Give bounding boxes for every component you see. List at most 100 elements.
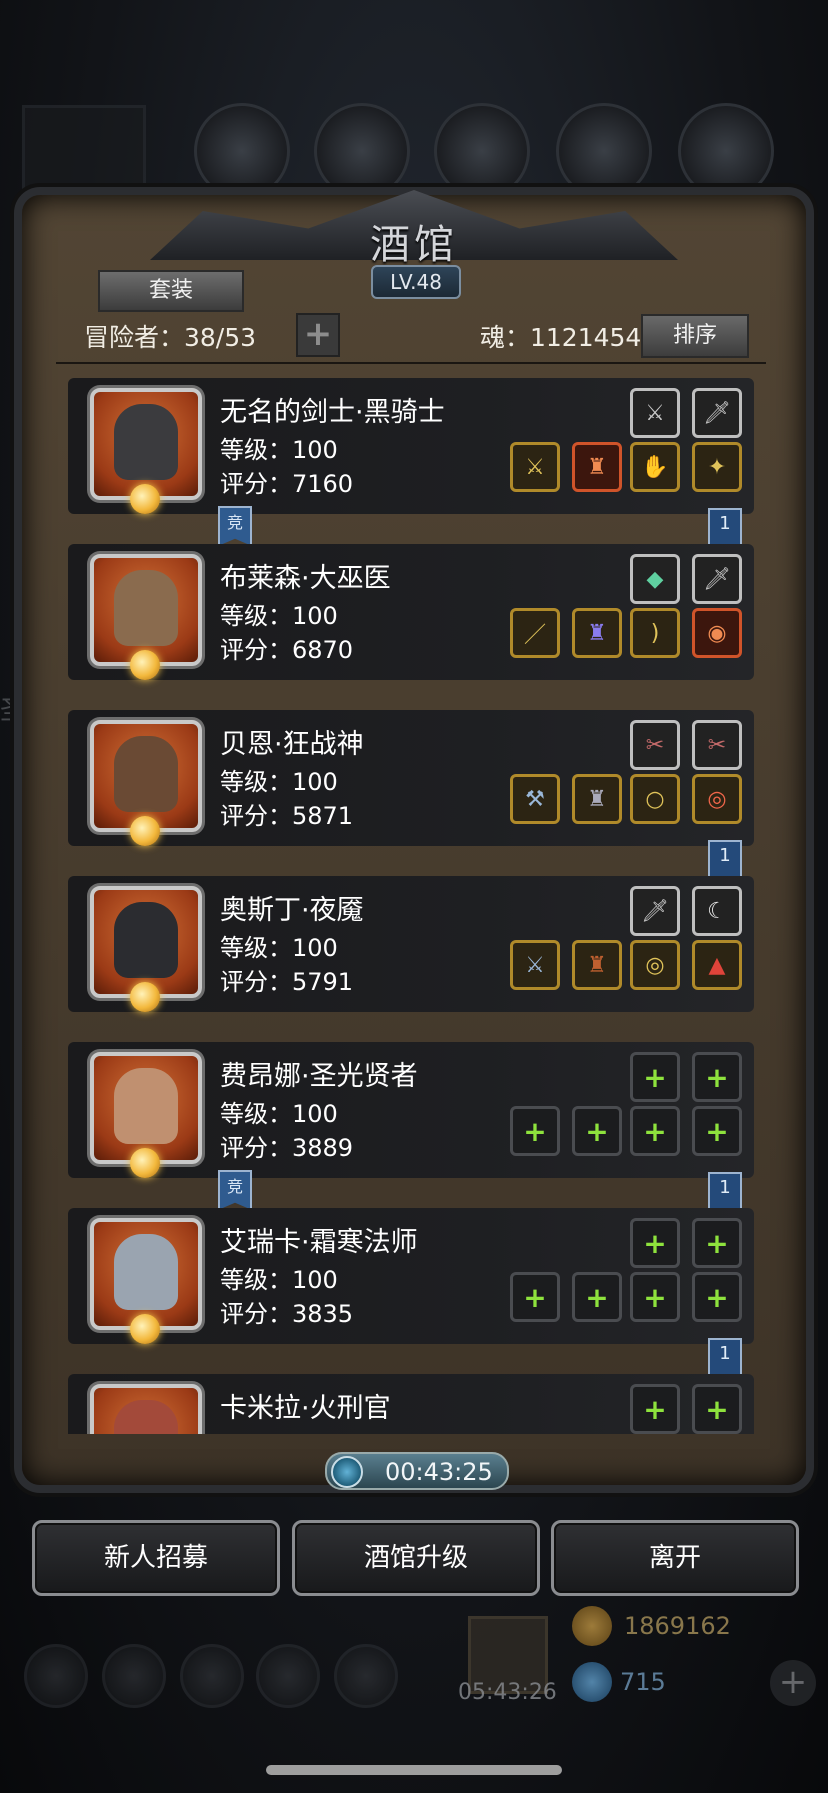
arena-badge: 竞	[218, 506, 252, 546]
empty-slot-add-icon[interactable]: +	[630, 1052, 680, 1102]
empty-slot-add-icon[interactable]: +	[630, 1218, 680, 1268]
empty-slot-add-icon[interactable]: +	[692, 1384, 742, 1434]
empty-slot-add-icon[interactable]: +	[630, 1106, 680, 1156]
axe-icon[interactable]: ⚒	[510, 774, 560, 824]
hero-portrait	[90, 720, 202, 846]
soul-count: 魂：1121454	[480, 323, 642, 352]
hero-level: 等级：100	[220, 768, 338, 796]
potion-icon[interactable]: ▲	[692, 940, 742, 990]
hero-card[interactable]: 艾瑞卡·霜寒法师 等级：100 评分：3835 + + + + + +	[68, 1208, 754, 1344]
adventurer-count: 冒险者：38/53	[84, 323, 257, 352]
empty-slot-add-icon[interactable]: +	[692, 1272, 742, 1322]
armor-icon[interactable]: ♜	[572, 608, 622, 658]
black-knight-face	[114, 404, 178, 480]
ring-icon[interactable]: ○	[630, 774, 680, 824]
empty-slot-add-icon[interactable]: +	[692, 1218, 742, 1268]
moon-emblem-icon	[130, 1148, 160, 1178]
moon-emblem-icon	[130, 484, 160, 514]
claw-icon[interactable]: ✂	[630, 720, 680, 770]
hero-name: 布莱森·大巫医	[220, 563, 391, 594]
hero-list[interactable]: 无名的剑士·黑骑士 等级：100 评分：7160 ⚔ 🗡 ⚔ ♜ ✋ ✦ 竞 1…	[56, 362, 766, 1434]
refresh-timer: 00:43:25	[325, 1452, 509, 1490]
dagger-icon[interactable]: 🗡	[630, 886, 680, 936]
hero-level: 等级：100	[220, 436, 338, 464]
hero-card[interactable]: 奥斯丁·夜魇 等级：100 评分：5791 🗡 ☾ ⚔ ♜ ◎ ▲	[68, 876, 754, 1012]
hero-name: 费昂娜·圣光贤者	[220, 1061, 418, 1092]
hero-card[interactable]: 贝恩·狂战神 等级：100 评分：5871 ✂ ✂ ⚒ ♜ ○ ◎	[68, 710, 754, 846]
hero-score: 评分：3889	[220, 1134, 354, 1162]
moon-emblem-icon	[130, 650, 160, 680]
shield-icon[interactable]: ◉	[692, 608, 742, 658]
add-adventurer-button[interactable]: +	[296, 313, 340, 357]
achievement-icon	[102, 1644, 166, 1708]
hero-name: 艾瑞卡·霜寒法师	[220, 1227, 418, 1258]
meat-resource-icon	[194, 103, 290, 199]
settings-icon	[24, 1644, 88, 1708]
dagger-icon[interactable]: 🗡	[692, 388, 742, 438]
empty-slot-add-icon[interactable]: +	[572, 1106, 622, 1156]
hero-card[interactable]: 无名的剑士·黑骑士 等级：100 评分：7160 ⚔ 🗡 ⚔ ♜ ✋ ✦	[68, 378, 754, 514]
gold-amount: 1869162	[624, 1612, 731, 1640]
recruit-button[interactable]: 新人招募	[32, 1520, 280, 1596]
leave-button[interactable]: 离开	[551, 1520, 799, 1596]
sort-button[interactable]: 排序	[641, 314, 749, 358]
ring-icon[interactable]: ◎	[692, 774, 742, 824]
gift-timer: 05:43:26	[458, 1680, 557, 1705]
hero-portrait	[90, 1052, 202, 1178]
empty-slot-add-icon[interactable]: +	[692, 1106, 742, 1156]
moon-emblem-icon	[130, 982, 160, 1012]
hero-card[interactable]: 布莱森·大巫医 等级：100 评分：6870 ◆ 🗡 ／ ♜ ) ◉	[68, 544, 754, 680]
hero-name: 奥斯丁·夜魇	[220, 895, 364, 926]
armor-icon[interactable]: ♜	[572, 442, 622, 492]
empty-slot-add-icon[interactable]: +	[510, 1106, 560, 1156]
empty-slot-add-icon[interactable]: +	[630, 1272, 680, 1322]
moon-emblem-icon	[130, 816, 160, 846]
hero-card[interactable]: 卡米拉·火刑官 + +	[68, 1374, 754, 1434]
cloak-icon[interactable]: ♜	[572, 940, 622, 990]
sword-icon[interactable]: ⚔	[510, 442, 560, 492]
empty-slot-add-icon[interactable]: +	[510, 1272, 560, 1322]
amulet-icon[interactable]: ✦	[692, 442, 742, 492]
staff-icon[interactable]: ／	[510, 608, 560, 658]
dagger-icon[interactable]: 🗡	[692, 554, 742, 604]
armor-icon[interactable]: ♜	[572, 774, 622, 824]
set-button[interactable]: 套装	[98, 270, 244, 312]
upgrade-tavern-button[interactable]: 酒馆升级	[292, 1520, 540, 1596]
iron-resource-icon	[434, 103, 530, 199]
blade-icon[interactable]: ⚔	[510, 940, 560, 990]
claw-icon[interactable]: ✂	[692, 720, 742, 770]
panel-title: 酒馆	[370, 222, 458, 268]
add-currency-button: +	[770, 1660, 816, 1706]
inquisitor-face	[114, 1400, 178, 1434]
gold-coin-icon	[572, 1606, 612, 1646]
hero-name: 贝恩·狂战神	[220, 729, 364, 760]
hero-portrait	[90, 388, 202, 514]
empty-slot-add-icon[interactable]: +	[692, 1052, 742, 1102]
hero-card[interactable]: 费昂娜·圣光贤者 等级：100 评分：3889 + + + + + +	[68, 1042, 754, 1178]
crossbow-icon[interactable]: ⚔	[630, 388, 680, 438]
hero-portrait	[90, 1384, 202, 1434]
empty-slot-add-icon[interactable]: +	[630, 1384, 680, 1434]
battle-icon	[180, 1644, 244, 1708]
hero-level: 等级：100	[220, 602, 338, 630]
hero-level: 等级：100	[220, 1100, 338, 1128]
gem-amount: 715	[620, 1668, 666, 1696]
shaman-face	[114, 570, 178, 646]
clock-icon	[331, 1456, 363, 1488]
hero-name: 无名的剑士·黑骑士	[220, 397, 445, 428]
hero-score: 评分：7160	[220, 470, 354, 498]
arena-badge: 竞	[218, 1170, 252, 1210]
hero-portrait	[90, 886, 202, 1012]
gauntlet-icon[interactable]: ✋	[630, 442, 680, 492]
bow-icon[interactable]: )	[630, 608, 680, 658]
fang-icon[interactable]: ☾	[692, 886, 742, 936]
ring-icon[interactable]: ◎	[630, 940, 680, 990]
hero-portrait	[90, 1218, 202, 1344]
map-icon	[334, 1644, 398, 1708]
empty-slot-add-icon[interactable]: +	[572, 1272, 622, 1322]
gem-offhand-icon[interactable]: ◆	[630, 554, 680, 604]
crystal-resource-icon	[556, 103, 652, 199]
moon-emblem-icon	[130, 1314, 160, 1344]
hero-level: 等级：100	[220, 934, 338, 962]
timer-text: 00:43:25	[385, 1458, 493, 1486]
